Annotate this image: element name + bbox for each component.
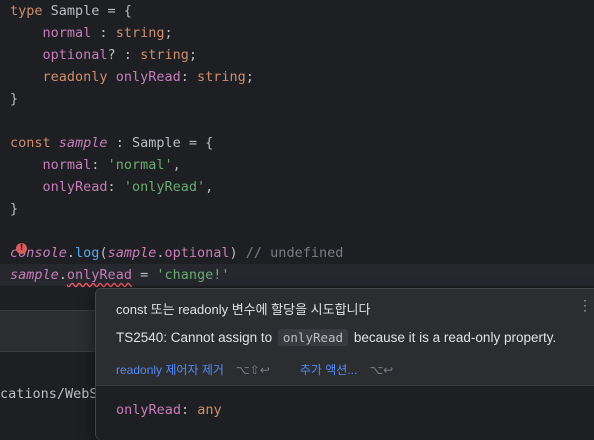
function-name: log: [75, 245, 100, 261]
shortcut-hint: ⌥↩: [369, 363, 394, 377]
code-line-12[interactable]: console.log(sample.optional) // undefine…: [10, 242, 343, 264]
separator: :: [91, 157, 108, 173]
variable: sample: [10, 267, 59, 283]
terminator: ;: [245, 69, 254, 85]
type-signature: onlyRead: any: [116, 402, 222, 418]
assign-op: =: [131, 267, 157, 283]
separator: :: [180, 69, 197, 85]
separator: :: [181, 402, 198, 418]
terminator: ,: [205, 179, 214, 195]
paren: (: [99, 245, 108, 261]
code-line-4[interactable]: readonly onlyRead: string;: [10, 66, 254, 88]
type: string: [196, 69, 246, 85]
property: optional: [42, 47, 108, 63]
code-line-2[interactable]: normal : string;: [10, 22, 173, 44]
brace: }: [10, 201, 19, 217]
shortcut-hint: ⌥⇧↩: [235, 363, 270, 377]
remove-readonly-action[interactable]: readonly 제어자 제거: [116, 363, 224, 377]
code-line-10[interactable]: }: [10, 198, 18, 220]
terminal-path: cations/WebS: [0, 386, 98, 402]
paren: ): [229, 245, 238, 261]
message-code: onlyRead: [277, 329, 349, 346]
popup-title: const 또는 readonly 변수에 할당을 시도합니다: [116, 302, 371, 317]
property: onlyRead: [42, 179, 108, 195]
keyword: const: [10, 135, 51, 151]
separator: :: [107, 179, 124, 195]
more-actions-link[interactable]: 추가 액션...: [300, 363, 358, 377]
keyword: type: [10, 3, 43, 19]
error-property[interactable]: onlyRead: [67, 267, 132, 283]
property: optional: [164, 245, 230, 261]
terminator: ;: [164, 25, 173, 41]
separator: ? :: [107, 47, 141, 63]
property: onlyRead: [115, 69, 181, 85]
variable: sample: [58, 135, 108, 151]
dot: .: [156, 245, 165, 261]
string-literal: 'normal': [107, 157, 173, 173]
separator: :: [91, 25, 116, 41]
type-name: Sample = {: [42, 3, 132, 19]
message-suffix: because it is a read-only property.: [353, 330, 557, 345]
code-line-9[interactable]: onlyRead: 'onlyRead',: [10, 176, 214, 198]
error-message: TS2540: Cannot assign to onlyRead becaus…: [116, 329, 556, 346]
code-line-1[interactable]: type Sample = {: [10, 0, 132, 22]
code-editor[interactable]: type Sample = { normal : string; optiona…: [0, 0, 594, 290]
error-marker-icon[interactable]: !: [16, 243, 27, 254]
type-annotation: : Sample = {: [107, 135, 214, 151]
code-line-13[interactable]: sample.onlyRead = 'change!': [10, 264, 230, 286]
code-line-8[interactable]: normal: 'normal',: [10, 154, 181, 176]
more-options-icon[interactable]: ⋮: [578, 297, 592, 314]
code-line-5[interactable]: }: [10, 88, 18, 110]
string-literal: 'change!': [156, 267, 230, 283]
type-info-footer: onlyRead: any: [96, 385, 594, 440]
terminator: ;: [188, 47, 197, 63]
type: string: [140, 47, 189, 63]
message-prefix: TS2540: Cannot assign to: [116, 330, 273, 345]
type-name: any: [197, 402, 222, 418]
dot: .: [66, 245, 76, 261]
type: string: [115, 25, 165, 41]
keyword: readonly: [42, 69, 108, 85]
code-line-3[interactable]: optional? : string;: [10, 44, 197, 66]
string-literal: 'onlyRead': [123, 179, 206, 195]
dot: .: [58, 267, 67, 283]
code-line-7[interactable]: const sample : Sample = {: [10, 132, 213, 154]
brace: }: [10, 91, 19, 107]
error-popup[interactable]: const 또는 readonly 변수에 할당을 시도합니다 ⋮ TS2540…: [95, 288, 594, 440]
property-name: onlyRead: [116, 402, 182, 418]
comment: // undefined: [237, 245, 344, 261]
property: normal: [42, 157, 92, 173]
quick-fix-actions: readonly 제어자 제거 ⌥⇧↩ 추가 액션... ⌥↩: [116, 361, 423, 378]
variable: sample: [107, 245, 157, 261]
terminator: ,: [172, 157, 181, 173]
property: normal: [42, 25, 92, 41]
